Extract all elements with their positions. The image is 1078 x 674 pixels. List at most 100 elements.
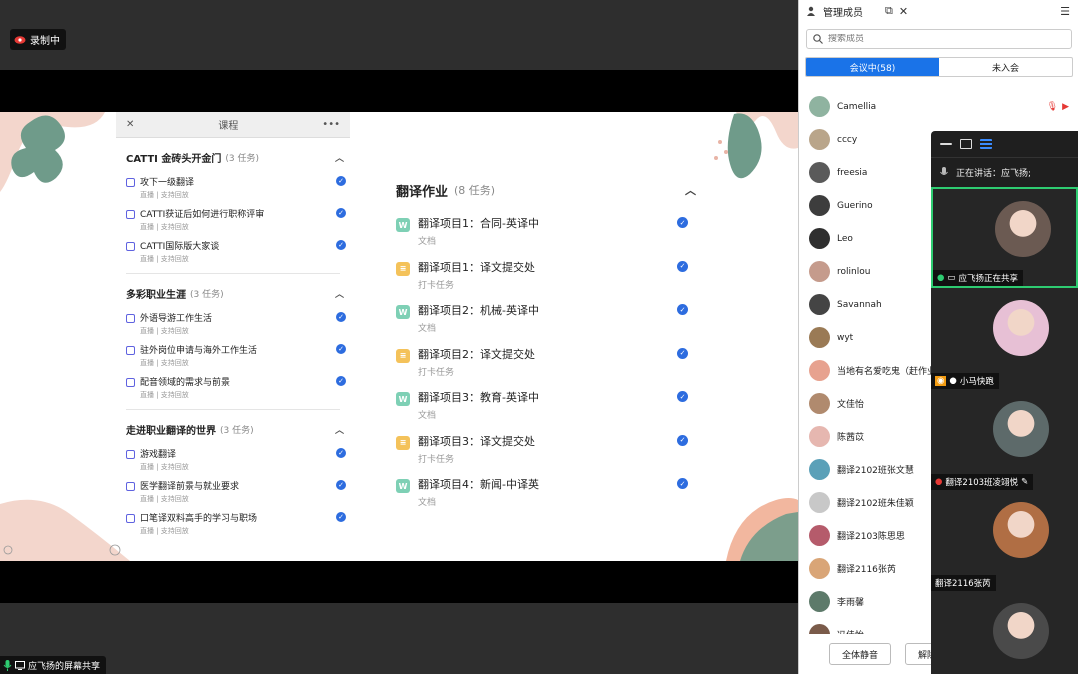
lesson-item[interactable]: 外语导游工作生活 直播 | 支持回放 ✓: [126, 308, 346, 340]
task-type: 文档: [418, 324, 437, 334]
avatar: [809, 129, 830, 150]
close-icon[interactable]: ✕: [899, 5, 908, 18]
task-section-count: (8 任务): [454, 184, 496, 197]
task-section-header[interactable]: 翻译作业 (8 任务) ︿: [396, 178, 696, 202]
avatar: [809, 624, 830, 634]
check-icon: ✓: [677, 347, 688, 359]
section-count: (3 任务): [190, 289, 224, 300]
mic-muted-icon[interactable]: 🎙: [1047, 102, 1058, 112]
task-item[interactable]: W 翻译项目2：机械-英译中 文档 ✓: [396, 297, 696, 341]
task-item[interactable]: ≡ 翻译项目1：译文提交处 打卡任务 ✓: [396, 254, 696, 298]
edit-icon[interactable]: ✎: [1021, 477, 1028, 487]
members-icon: [807, 6, 815, 16]
task-item[interactable]: W 翻译项目3：教育-英译中 文档 ✓: [396, 384, 696, 428]
task-item[interactable]: ≡ 翻译项目2：译文提交处 打卡任务 ✓: [396, 341, 696, 385]
more-icon[interactable]: •••: [322, 119, 340, 130]
checkin-icon: ≡: [396, 435, 410, 450]
screen-share-label: 应飞扬的屏幕共享: [28, 661, 101, 672]
task-type: 打卡任务: [418, 280, 455, 291]
task-item[interactable]: W 翻译项目1：合同-英译中 文档 ✓: [396, 210, 696, 254]
lesson-name: 外语导游工作生活: [140, 314, 213, 324]
task-item[interactable]: W 翻译项目4：新闻-中译英 文档 ✓: [396, 471, 696, 515]
document-icon: W: [396, 392, 410, 406]
decoration-bottom-left: [0, 499, 130, 561]
video-tile[interactable]: ● ▭ 应飞扬正在共享: [931, 187, 1078, 288]
lesson-item[interactable]: 游戏翻译 直播 | 支持回放 ✓: [126, 444, 346, 476]
lesson-item[interactable]: 攻下一级翻译 直播 | 支持回放 ✓: [126, 172, 346, 204]
list-view-icon[interactable]: [980, 139, 992, 149]
minimize-icon[interactable]: [940, 143, 952, 145]
chevron-up-icon[interactable]: ︿: [685, 182, 696, 198]
lesson-status: 直播 | 支持回放: [140, 191, 189, 199]
document-icon: W: [396, 305, 410, 319]
member-name: 翻译2103陈思思: [837, 532, 905, 542]
mic-muted-icon: ●: [935, 477, 943, 487]
check-icon: ✓: [336, 480, 346, 490]
section-count: (3 任务): [225, 153, 260, 164]
avatar: [809, 294, 830, 315]
course-section[interactable]: CATTI 金砖头开金门 (3 任务) ︿ 攻下一级翻译 直播 | 支持回放 ✓…: [126, 150, 346, 268]
tab-not-joined[interactable]: 未入会: [939, 58, 1072, 76]
member-name: Camellia: [837, 101, 877, 112]
menu-icon[interactable]: ☰: [1060, 5, 1070, 18]
lesson-status: 直播 | 支持回放: [140, 327, 189, 335]
decoration-top-left: [0, 112, 105, 192]
video-tile-label: ◉ ● 小马快跑: [931, 373, 999, 389]
cloud-record-icon: [14, 36, 26, 44]
member-search-input[interactable]: [828, 34, 1048, 44]
video-tile[interactable]: [931, 591, 1078, 674]
document-icon: W: [396, 479, 410, 493]
avatar: [809, 525, 830, 546]
member-search-field[interactable]: [806, 29, 1072, 49]
check-icon: ✓: [677, 260, 688, 272]
maximize-icon[interactable]: [960, 139, 972, 149]
lesson-status: 直播 | 支持回放: [140, 527, 189, 535]
lesson-item[interactable]: 口笔译双料高手的学习与职场 直播 | 支持回放 ✓: [126, 508, 346, 540]
lesson-item[interactable]: 配音领域的需求与前景 直播 | 支持回放 ✓: [126, 372, 346, 404]
recording-label: 录制中: [30, 36, 60, 47]
video-tile-label: ● 翻译2103班凌翊悦 ✎: [931, 474, 1034, 490]
member-row[interactable]: Camellia 🎙 ▶: [799, 90, 1078, 123]
video-tile-label: ● ▭ 应飞扬正在共享: [933, 270, 1023, 286]
task-item[interactable]: ≡ 翻译项目3：译文提交处 打卡任务 ✓: [396, 428, 696, 472]
chevron-up-icon[interactable]: ︿: [335, 423, 344, 436]
decoration-bottom-right: [726, 498, 798, 561]
participant-video: [993, 603, 1049, 659]
microphone-icon: ●: [937, 273, 945, 283]
lesson-name: 驻外岗位申请与海外工作生活: [140, 346, 258, 356]
video-tile[interactable]: ● 翻译2103班凌翊悦 ✎: [931, 389, 1078, 490]
tab-in-meeting[interactable]: 会议中(58): [806, 58, 939, 76]
live-lesson-icon: [126, 242, 135, 251]
video-tile[interactable]: ◉ ● 小马快跑: [931, 288, 1078, 389]
lesson-item[interactable]: CATTI国际版大家谈 直播 | 支持回放 ✓: [126, 236, 346, 268]
member-name: Savannah: [837, 299, 882, 310]
lesson-name: 游戏翻译: [140, 450, 177, 460]
live-lesson-icon: [126, 482, 135, 491]
member-name: wyt: [837, 332, 854, 343]
mute-all-button[interactable]: 全体静音: [829, 643, 892, 665]
screen-share-badge: 应飞扬的屏幕共享: [0, 656, 107, 674]
lesson-name: CATTI获证后如何进行职称评审: [140, 210, 265, 220]
avatar: [809, 327, 830, 348]
pop-out-icon[interactable]: ⧉: [885, 4, 893, 18]
check-icon: ✓: [336, 176, 346, 186]
lesson-item[interactable]: 医学翻译前景与就业要求 直播 | 支持回放 ✓: [126, 476, 346, 508]
close-icon[interactable]: ✕: [126, 119, 134, 130]
live-lesson-icon: [126, 514, 135, 523]
lesson-item[interactable]: CATTI获证后如何进行职称评审 直播 | 支持回放 ✓: [126, 204, 346, 236]
video-tile[interactable]: 翻译2116张芮: [931, 490, 1078, 591]
document-icon: W: [396, 218, 410, 232]
chevron-up-icon[interactable]: ︿: [335, 287, 344, 300]
camera-off-icon[interactable]: ▶: [1062, 102, 1069, 112]
participant-name: 翻译2116张芮: [935, 579, 991, 589]
course-section[interactable]: 走进职业翻译的世界 (3 任务) ︿ 游戏翻译 直播 | 支持回放 ✓ 医学翻译…: [126, 422, 346, 540]
member-name: freesia: [837, 167, 868, 178]
shared-screen-area: 录制中 ✕ 课程 ••• CATTI 金砖头开金门 (3 任务) ︿ 攻下一级翻…: [0, 0, 798, 674]
recording-badge[interactable]: 录制中: [10, 29, 66, 50]
lesson-item[interactable]: 驻外岗位申请与海外工作生活 直播 | 支持回放 ✓: [126, 340, 346, 372]
chevron-up-icon[interactable]: ︿: [335, 151, 344, 164]
check-icon: ✓: [677, 434, 688, 446]
course-section[interactable]: 多彩职业生涯 (3 任务) ︿ 外语导游工作生活 直播 | 支持回放 ✓ 驻外岗…: [126, 286, 346, 404]
course-list-panel: ✕ 课程 ••• CATTI 金砖头开金门 (3 任务) ︿ 攻下一级翻译 直播…: [116, 112, 350, 561]
live-lesson-icon: [126, 378, 135, 387]
